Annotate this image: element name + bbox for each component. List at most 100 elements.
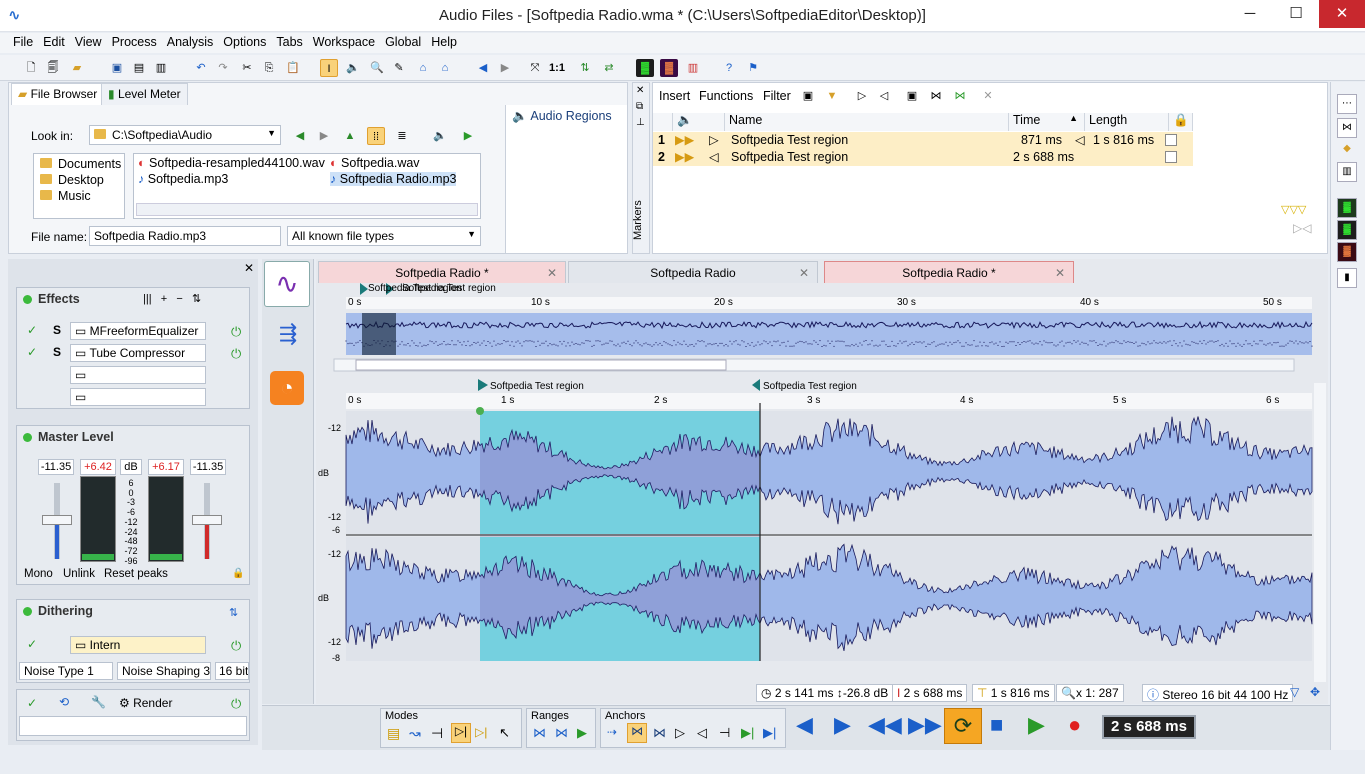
right-fader-handle[interactable] bbox=[192, 515, 222, 525]
zoom-horizontal-icon[interactable]: ⇄ bbox=[600, 59, 618, 77]
plugin-slot[interactable]: ▭ Tube Compressor bbox=[70, 344, 206, 362]
anchor-active-icon[interactable]: ⋈ bbox=[627, 723, 647, 743]
filter-menu[interactable]: Filter bbox=[763, 89, 791, 103]
rewind-icon[interactable]: ◀◀ bbox=[868, 712, 902, 738]
cursor-tool-icon[interactable]: I bbox=[320, 59, 338, 77]
wave-tab[interactable]: Softpedia Radio ✕ bbox=[568, 261, 818, 283]
time-display[interactable]: 2 s 688 ms bbox=[1102, 715, 1196, 739]
help-icon[interactable]: ? bbox=[720, 59, 738, 77]
fast-forward-icon[interactable]: ▶▶ bbox=[908, 712, 942, 738]
anchor-icon[interactable]: ▷ bbox=[675, 725, 685, 741]
anchor-icon[interactable]: ⊣ bbox=[719, 725, 730, 741]
prev-marker-icon[interactable]: ◁ bbox=[875, 87, 893, 105]
mono-button[interactable]: Mono bbox=[24, 568, 53, 580]
go-to-start-icon[interactable]: ◀ bbox=[796, 712, 813, 738]
reset-peaks-button[interactable]: Reset peaks bbox=[104, 568, 168, 580]
save-as-icon[interactable]: ▤ bbox=[130, 59, 148, 77]
zoom-vertical-icon[interactable]: ⇅ bbox=[576, 59, 594, 77]
format-readout[interactable]: ⓘ Stereo 16 bit 44 100 Hz bbox=[1142, 684, 1294, 702]
meter-view-icon[interactable]: ▓ bbox=[1337, 198, 1357, 218]
menu-tabs[interactable]: Tabs bbox=[271, 33, 307, 51]
tab-level-meter[interactable]: ▮ Level Meter bbox=[101, 83, 188, 105]
solo-icon[interactable]: S bbox=[53, 345, 61, 359]
col-name[interactable]: Name bbox=[725, 113, 1009, 131]
speaker-tool-icon[interactable]: 🔈 bbox=[344, 59, 362, 77]
montage-view-icon[interactable]: ⇶ bbox=[268, 321, 308, 351]
menu-analysis[interactable]: Analysis bbox=[162, 33, 219, 51]
left-fader-track[interactable] bbox=[42, 483, 72, 559]
reorder-icon[interactable]: ⇅ bbox=[192, 293, 201, 305]
wrench-icon[interactable]: 🔧 bbox=[91, 695, 106, 709]
pencil-tool-icon[interactable]: ✎ bbox=[390, 59, 408, 77]
plugin-slot[interactable]: ▭ MFreeformEqualizer bbox=[70, 322, 206, 340]
tag-icon[interactable]: ◆ bbox=[1337, 140, 1357, 160]
lock-checkbox[interactable] bbox=[1165, 134, 1177, 146]
cut-icon[interactable]: ✂ bbox=[238, 59, 256, 77]
lock-icon[interactable]: 🔒 bbox=[232, 568, 244, 579]
range-play-icon[interactable]: ▶ bbox=[577, 725, 587, 741]
move-icon[interactable]: ✥ bbox=[1310, 685, 1320, 699]
table-row[interactable]: 1 ▶▶ ▷ Softpedia Test region 871 ms ◁ 1 … bbox=[653, 132, 1193, 149]
nav-up-icon[interactable]: ▲ bbox=[341, 127, 359, 145]
pin-icon[interactable]: ⊥ bbox=[636, 117, 645, 128]
overview-waveform[interactable] bbox=[346, 313, 1312, 355]
file-list-scrollbar[interactable] bbox=[136, 203, 478, 216]
menu-workspace[interactable]: Workspace bbox=[308, 33, 380, 51]
reorder-icon[interactable]: ⇅ bbox=[229, 606, 238, 619]
range-icon[interactable]: ⋈ bbox=[533, 725, 546, 741]
new-file-icon[interactable]: 🗋 bbox=[22, 59, 40, 77]
anchor-end-icon[interactable]: ▶| bbox=[763, 725, 776, 741]
region-tool-icon[interactable]: ⋈ bbox=[1337, 118, 1357, 138]
close-icon[interactable]: ✕ bbox=[1055, 262, 1065, 284]
play-icon[interactable]: ▶ bbox=[1028, 712, 1045, 738]
col-time[interactable]: Time ▲ bbox=[1009, 113, 1085, 131]
menu-help[interactable]: Help bbox=[426, 33, 462, 51]
nav-back-icon[interactable]: ◀ bbox=[291, 127, 309, 145]
check-icon[interactable]: ✓ bbox=[27, 323, 37, 337]
range-icon[interactable]: ⋈ bbox=[555, 725, 568, 741]
context-help-icon[interactable]: ⚑ bbox=[744, 59, 762, 77]
next-marker-icon[interactable]: ▷ bbox=[853, 87, 871, 105]
file-item-selected[interactable]: ♪ Softpedia Radio.mp3 bbox=[330, 172, 457, 186]
marker-down-icon[interactable]: ▼ bbox=[823, 87, 841, 105]
noise-shaping-dropdown[interactable]: Noise Shaping 3 bbox=[117, 662, 211, 680]
selection-overlay[interactable] bbox=[480, 411, 760, 661]
tab-file-browser[interactable]: ▰ File Browser bbox=[11, 83, 105, 105]
filter-funnel-icon[interactable]: ▽ bbox=[1290, 685, 1299, 699]
minimize-icon[interactable]: ─ bbox=[1227, 0, 1273, 28]
list-view-icon[interactable]: ≣ bbox=[393, 127, 411, 145]
open-folder-icon[interactable]: ▰ bbox=[68, 59, 86, 77]
noise-type-dropdown[interactable]: Noise Type 1 bbox=[19, 662, 113, 680]
dithering-header[interactable]: Dithering bbox=[23, 604, 93, 618]
mode-active-icon[interactable]: ▷| bbox=[451, 723, 471, 743]
functions-menu[interactable]: Functions bbox=[699, 89, 753, 103]
forward-icon[interactable]: ▶ bbox=[496, 59, 514, 77]
remove-icon[interactable]: − bbox=[176, 293, 182, 305]
plugin-slot-empty[interactable]: ▭ bbox=[70, 366, 206, 384]
region-icon[interactable]: ▣ bbox=[903, 87, 921, 105]
close-icon[interactable]: ✕ bbox=[547, 262, 557, 284]
zoom-one-button[interactable]: 1:1 bbox=[548, 59, 566, 77]
close-icon[interactable]: ✕ bbox=[799, 262, 809, 284]
save-icon[interactable]: ▣ bbox=[108, 59, 126, 77]
rss-icon[interactable]: ◔ bbox=[270, 371, 304, 405]
filter-icon[interactable]: ▣ bbox=[799, 87, 817, 105]
copy-icon[interactable]: ⎘ bbox=[260, 59, 278, 77]
marker-tool-icon[interactable]: ⋯ bbox=[1337, 94, 1357, 114]
panel-icon[interactable]: ▮ bbox=[1337, 268, 1357, 288]
playback-start-handle-icon[interactable] bbox=[476, 407, 484, 415]
menu-options[interactable]: Options bbox=[218, 33, 271, 51]
check-icon[interactable]: ✓ bbox=[27, 345, 37, 359]
maximize-icon[interactable]: ☐ bbox=[1273, 0, 1319, 28]
insert-menu[interactable]: Insert bbox=[659, 89, 690, 103]
marker-arrows-icon[interactable]: ▽▽▽ bbox=[1281, 203, 1306, 216]
stop-icon[interactable]: ■ bbox=[990, 712, 1003, 738]
swap-icon[interactable]: ⟲ bbox=[59, 695, 69, 709]
folder-item-desktop[interactable]: Desktop bbox=[40, 173, 104, 187]
file-item[interactable]: ♪ Softpedia.mp3 bbox=[138, 172, 228, 186]
mode-icon[interactable]: ⊣ bbox=[431, 725, 443, 742]
wave-tab-active[interactable]: Softpedia Radio * ✕ bbox=[824, 261, 1074, 283]
loop-marker-icon[interactable]: ▷◁ bbox=[1293, 221, 1311, 235]
master-level-header[interactable]: Master Level bbox=[23, 430, 114, 444]
add-icon[interactable]: + bbox=[161, 293, 167, 305]
